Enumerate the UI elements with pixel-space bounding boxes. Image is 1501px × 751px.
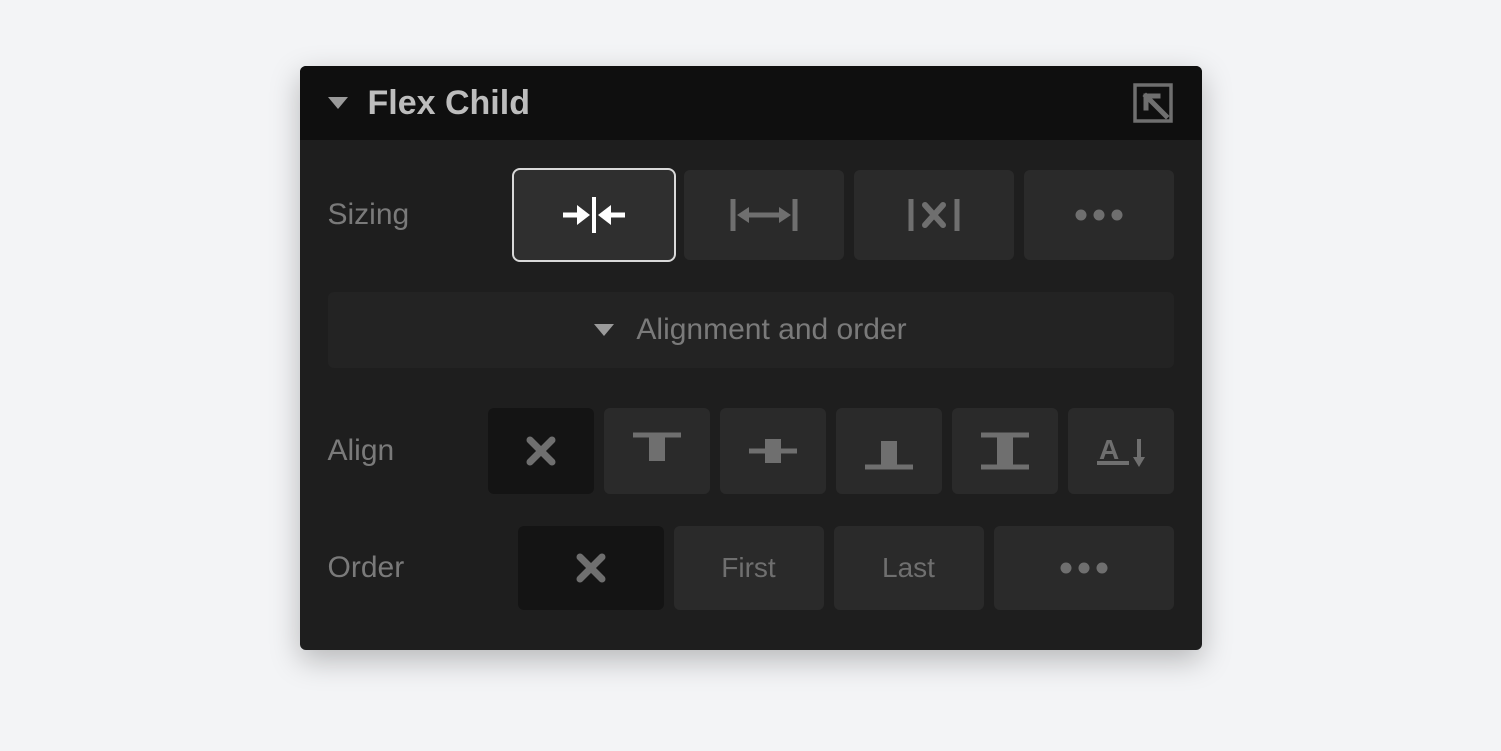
svg-text:A: A [1099,434,1119,465]
more-icon [1054,558,1114,578]
order-label: Order [328,551,518,585]
align-baseline-button[interactable]: A [1068,408,1174,494]
close-x-icon [524,434,558,468]
order-more-button[interactable] [994,526,1174,610]
panel-header: Flex Child [300,66,1202,140]
order-button-group: First Last [518,526,1174,610]
sizing-label: Sizing [328,198,514,232]
flex-child-panel: Flex Child Sizing [300,66,1202,650]
select-parent-button[interactable] [1132,82,1174,124]
align-center-button[interactable] [720,408,826,494]
chevron-down-icon [594,324,614,336]
sizing-row: Sizing [328,170,1174,260]
sizing-more-button[interactable] [1024,170,1174,260]
arrows-in-icon [555,191,633,239]
close-x-icon [574,551,608,585]
sizing-grow-button[interactable] [684,170,844,260]
align-start-button[interactable] [604,408,710,494]
align-bottom-icon [861,427,917,475]
align-row: Align [328,408,1174,494]
align-center-icon [745,427,801,475]
panel-title: Flex Child [368,84,530,123]
order-auto-button[interactable] [518,526,664,610]
order-first-button[interactable]: First [674,526,824,610]
sizing-shrink-button[interactable] [514,170,674,260]
more-icon [1069,205,1129,225]
collapse-caret-icon[interactable] [328,97,348,109]
align-top-icon [629,427,685,475]
align-baseline-icon: A [1091,427,1151,475]
align-end-button[interactable] [836,408,942,494]
align-stretch-icon [977,427,1033,475]
select-parent-icon [1132,82,1174,124]
align-label: Align [328,434,488,468]
no-flex-icon [895,191,973,239]
align-stretch-button[interactable] [952,408,1058,494]
align-auto-button[interactable] [488,408,594,494]
alignment-order-label: Alignment and order [636,313,906,347]
align-button-group: A [488,408,1174,494]
alignment-order-toggle[interactable]: Alignment and order [328,292,1174,368]
panel-body: Sizing [300,140,1202,650]
order-last-button[interactable]: Last [834,526,984,610]
sizing-none-button[interactable] [854,170,1014,260]
arrows-out-icon [725,191,803,239]
order-row: Order First Last [328,526,1174,610]
panel-header-left: Flex Child [328,84,530,123]
sizing-button-group [514,170,1174,260]
